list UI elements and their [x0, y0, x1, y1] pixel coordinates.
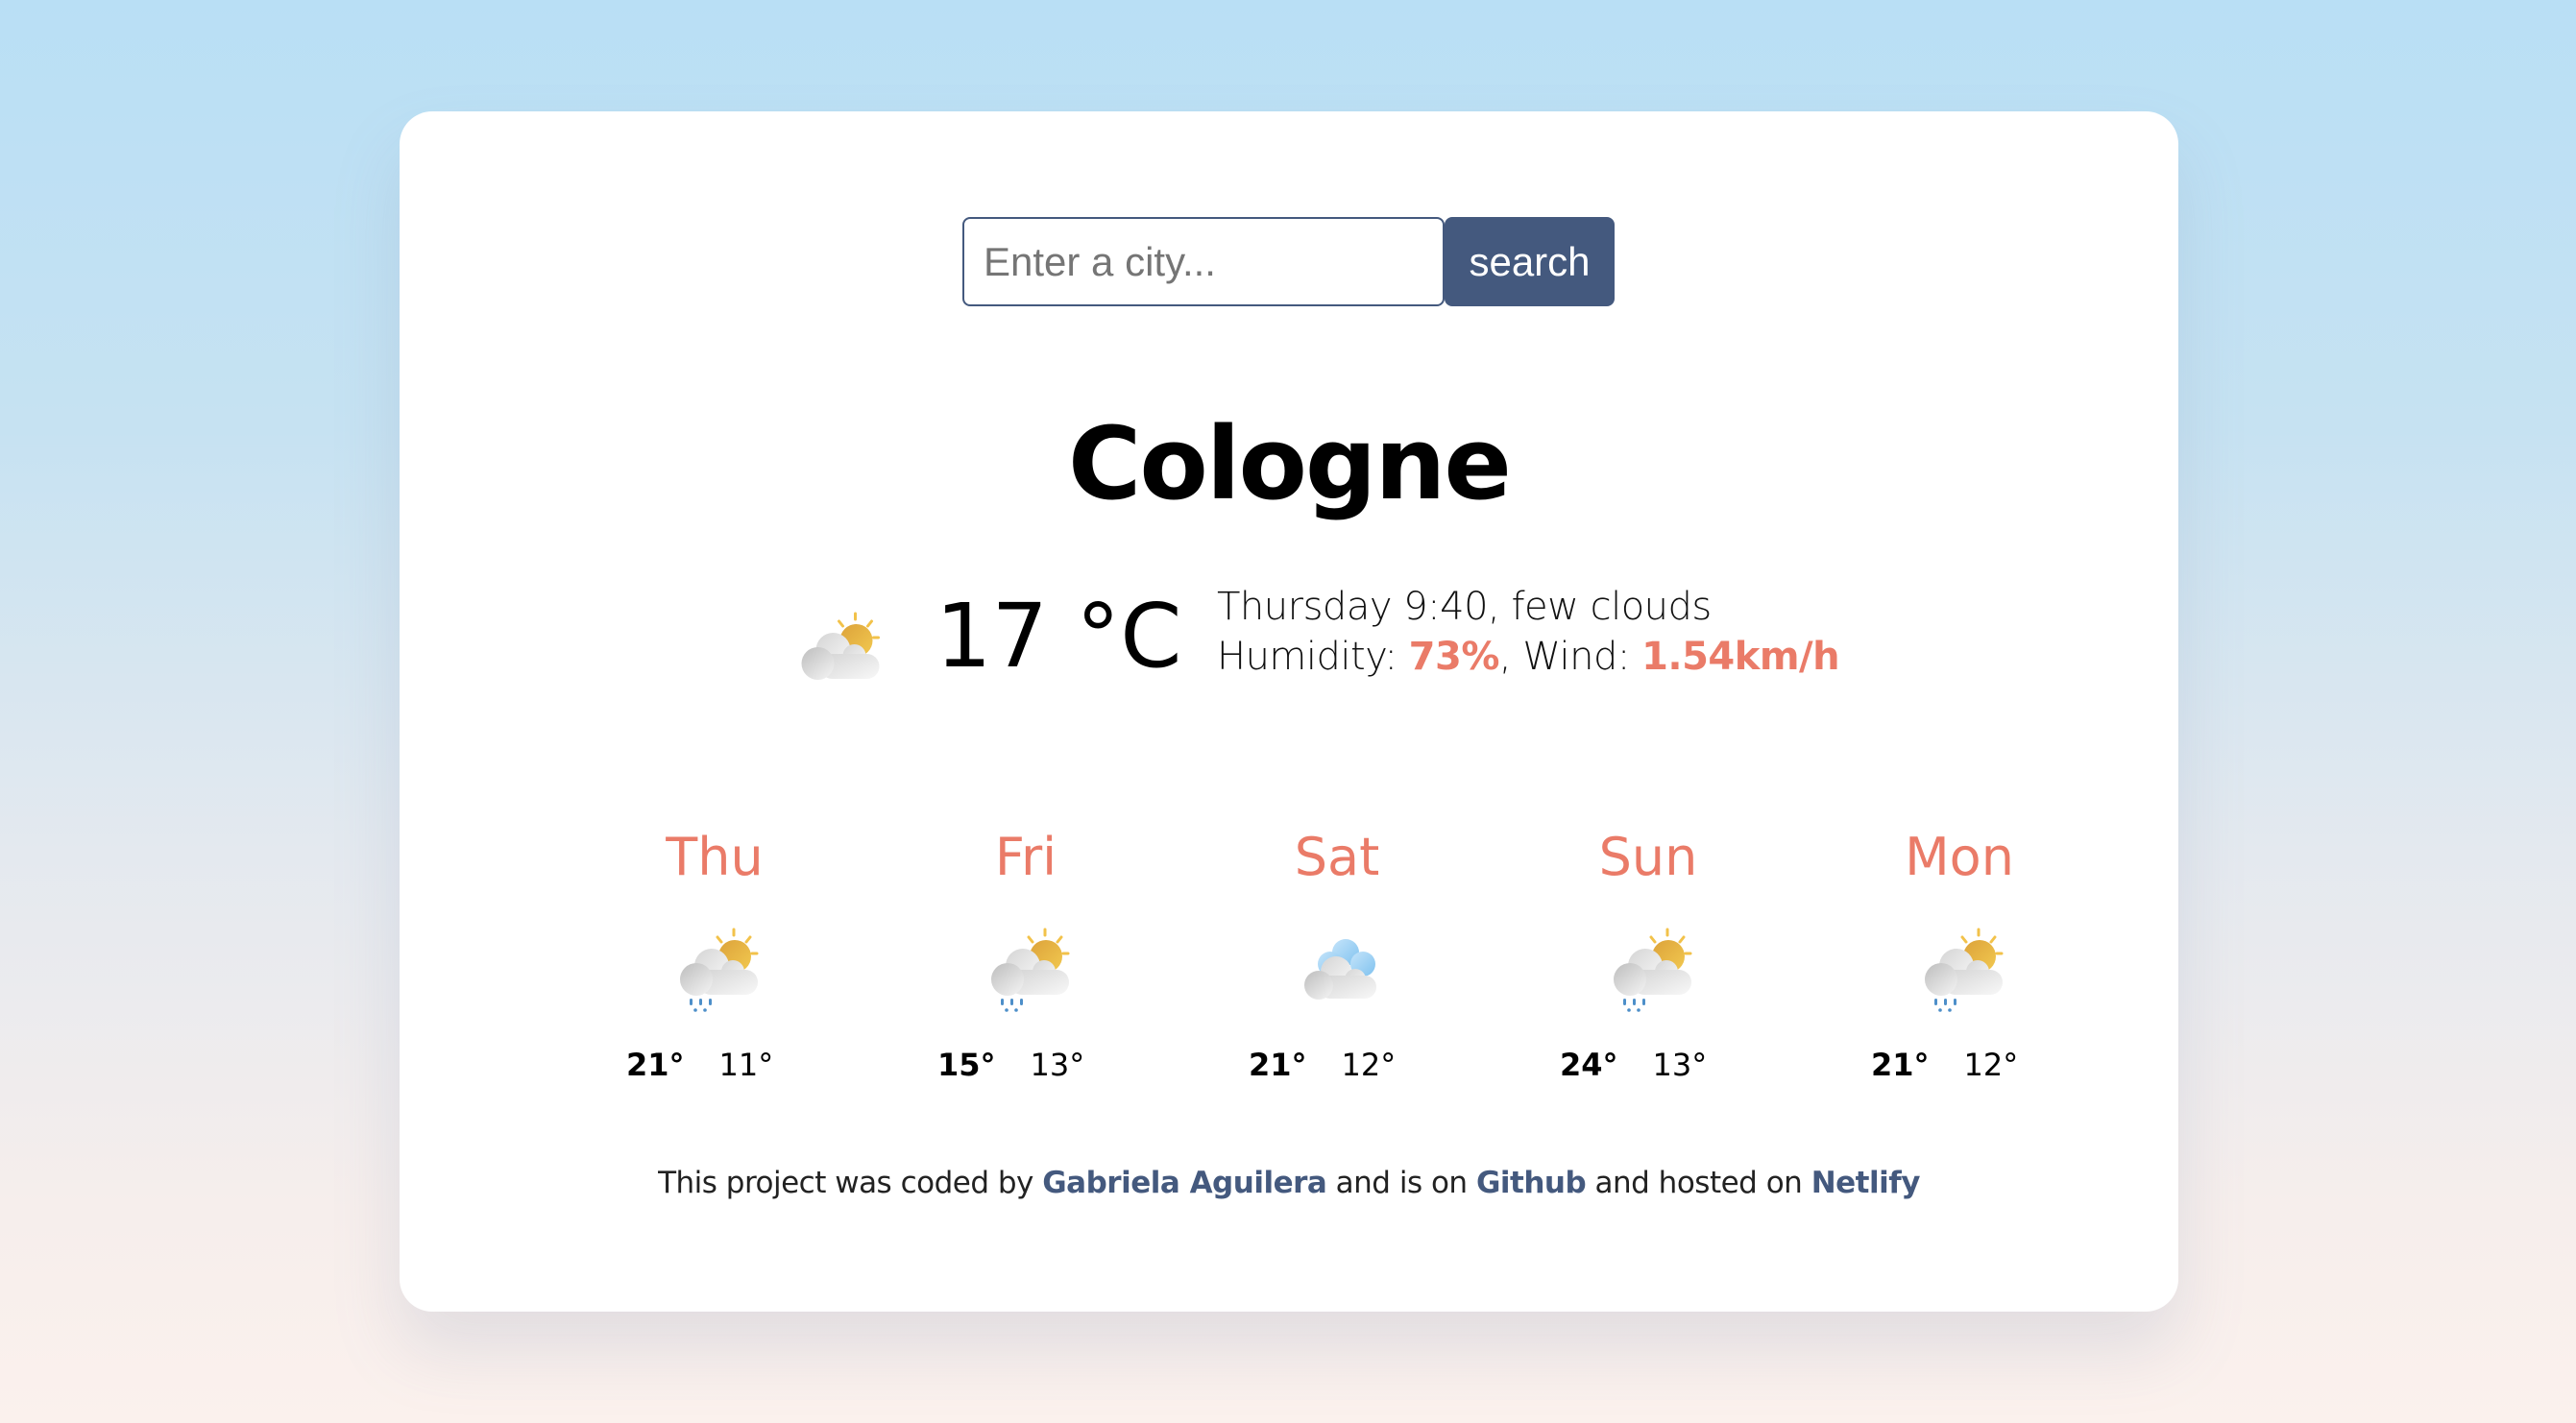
city-search-input[interactable]: [962, 217, 1445, 306]
forecast: Thu 21° 11° Fri 15° 13° Sat 21° 12° Sun …: [578, 827, 2134, 1083]
humidity-value: 73%: [1408, 635, 1500, 679]
forecast-max-temp: 15°: [937, 1046, 996, 1083]
forecast-temps: 21° 12°: [1201, 1047, 1512, 1083]
forecast-day: Thu 21° 11°: [578, 827, 889, 1083]
netlify-link[interactable]: Netlify: [1811, 1166, 1921, 1200]
current-weather: 17 °C Thursday 9:40, few clouds Humidity…: [400, 572, 2178, 716]
forecast-max-temp: 24°: [1560, 1046, 1618, 1083]
forecast-min-temp: 13°: [1652, 1046, 1708, 1083]
forecast-day-name: Sun: [1598, 827, 1698, 887]
sun-cloud-rain-icon: [669, 922, 775, 1018]
forecast-temps: 21° 12°: [1823, 1047, 2134, 1083]
cloudy-icon: [1304, 938, 1376, 1000]
forecast-day-name: Thu: [666, 827, 764, 887]
forecast-day: Fri 15° 13°: [889, 827, 1201, 1083]
forecast-temps: 15° 13°: [889, 1047, 1201, 1083]
footer-text: and hosted on: [1586, 1166, 1811, 1200]
wind-label: , Wind:: [1498, 635, 1642, 679]
humidity-wind-line: Humidity: 73%, Wind: 1.54km/h: [1217, 632, 1840, 682]
footer-text: This project was coded by: [658, 1166, 1043, 1200]
footer-text: and is on: [1326, 1166, 1476, 1200]
footer: This project was coded by Gabriela Aguil…: [400, 1166, 2178, 1200]
forecast-day: Mon 21° 12°: [1823, 827, 2134, 1083]
sun-cloud-rain-icon: [981, 922, 1086, 1018]
forecast-min-temp: 13°: [1030, 1046, 1085, 1083]
search-button[interactable]: search: [1445, 217, 1615, 306]
forecast-min-temp: 12°: [1341, 1046, 1397, 1083]
forecast-max-temp: 21°: [1871, 1046, 1930, 1083]
current-temperature: 17 °C: [936, 585, 1182, 687]
sun-cloud-rain-icon: [1603, 922, 1709, 1018]
weather-card: search Cologne 17 °C Thursday 9:40, few …: [400, 111, 2178, 1312]
city-name: Cologne: [1068, 405, 1512, 522]
forecast-max-temp: 21°: [1249, 1046, 1307, 1083]
forecast-day-name: Fri: [994, 827, 1057, 887]
forecast-day-name: Sat: [1294, 827, 1380, 887]
current-details: Thursday 9:40, few clouds Humidity: 73%,…: [1217, 582, 1840, 682]
wind-value: 1.54km/h: [1641, 635, 1840, 679]
few-clouds-icon: [789, 606, 899, 702]
humidity-label: Humidity:: [1217, 635, 1409, 679]
forecast-day: Sun 24° 13°: [1512, 827, 1823, 1083]
forecast-max-temp: 21°: [626, 1046, 685, 1083]
forecast-temps: 21° 11°: [578, 1047, 889, 1083]
date-description: Thursday 9:40, few clouds: [1217, 585, 1712, 629]
github-link[interactable]: Github: [1476, 1166, 1587, 1200]
forecast-day-name: Mon: [1905, 827, 2014, 887]
sun-cloud-rain-icon: [1914, 922, 2020, 1018]
author-link[interactable]: Gabriela Aguilera: [1042, 1166, 1327, 1200]
forecast-min-temp: 11°: [718, 1046, 774, 1083]
forecast-min-temp: 12°: [1963, 1046, 2019, 1083]
forecast-temps: 24° 13°: [1512, 1047, 1823, 1083]
forecast-day: Sat 21° 12°: [1201, 827, 1512, 1083]
search-form: search: [962, 217, 1615, 306]
